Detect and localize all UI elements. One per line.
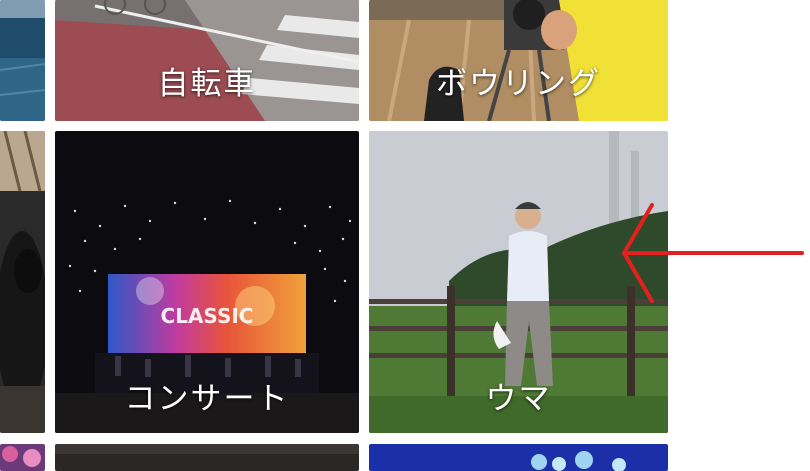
concert-screen-text: CLASSIC (161, 304, 254, 328)
category-grid: 自転車 ボウリング CLASSIC コンサート ウマ (0, 0, 810, 471)
cat-photo (0, 131, 45, 433)
tile-bowling[interactable]: ボウリング (369, 0, 668, 121)
tile-partial-mid-left[interactable] (0, 131, 45, 433)
tile-partial-bottom-middle[interactable] (55, 444, 359, 471)
tile-label-bowling: ボウリング (436, 66, 601, 102)
tile-partial-bottom-left[interactable] (0, 444, 45, 471)
tile-partial-bottom-right[interactable] (369, 444, 668, 471)
annotation-arrow-icon (622, 203, 804, 303)
aquarium-photo (369, 444, 668, 471)
water-photo (0, 0, 45, 121)
tile-bicycle[interactable]: 自転車 (55, 0, 359, 121)
tile-partial-top-left[interactable] (0, 0, 45, 121)
tile-label-concert: コンサート (124, 381, 290, 417)
tile-label-bicycle: 自転車 (157, 66, 257, 102)
flowers-photo (0, 444, 45, 471)
tile-label-horse: ウマ (485, 381, 552, 417)
dark-photo (55, 444, 359, 471)
tile-concert[interactable]: CLASSIC コンサート (55, 131, 359, 433)
